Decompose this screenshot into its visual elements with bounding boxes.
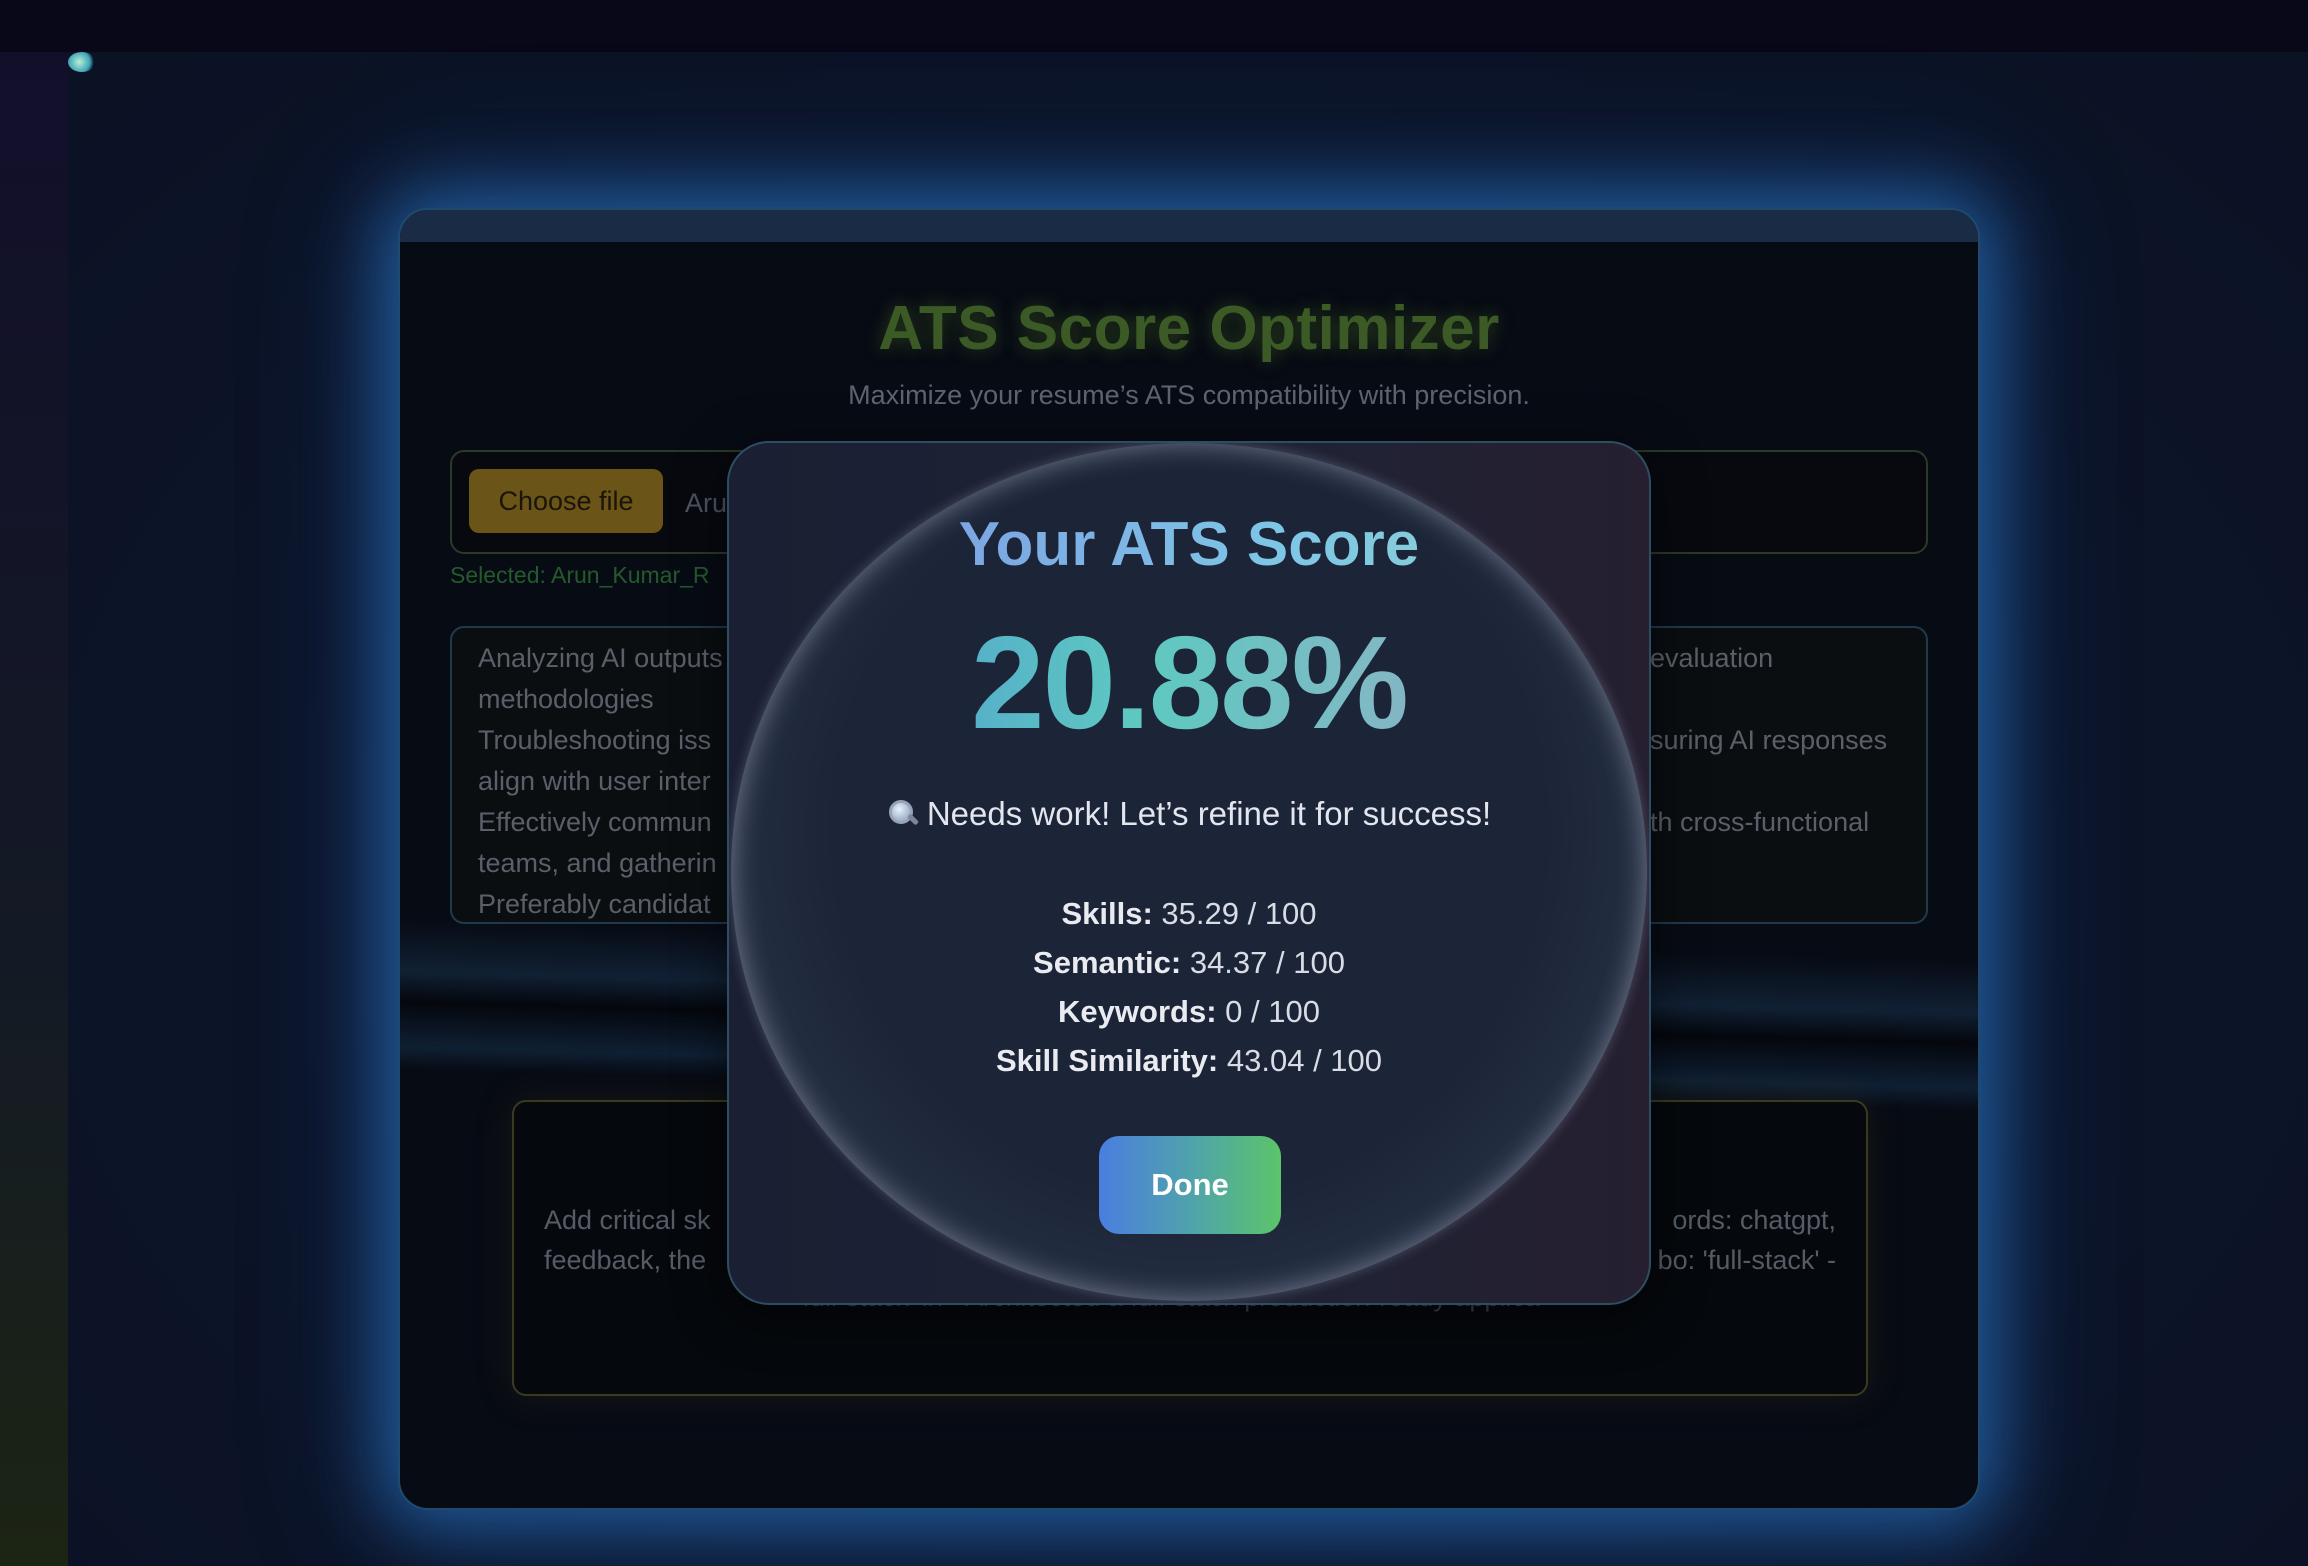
metric-label: Keywords: [1058, 994, 1217, 1029]
metric-value: 35.29 / 100 [1161, 896, 1317, 931]
metric-semantic: Semantic: 34.37 / 100 [729, 938, 1649, 987]
ats-score-value: 20.88% [729, 607, 1649, 758]
app-title: ATS Score Optimizer [878, 294, 1500, 363]
verdict-row: Needs work! Let’s refine it for success! [729, 795, 1649, 833]
metric-label: Semantic: [1033, 945, 1182, 980]
selected-file-text: Selected: Arun_Kumar_R [450, 562, 710, 588]
suggestion-line: Add critical sk [544, 1205, 711, 1235]
suggestions-right-text: ords: chatgpt, bo: 'full-stack' - [1658, 1200, 1836, 1280]
modal-title: Your ATS Score [729, 509, 1649, 580]
suggestion-line: bo: 'full-stack' - [1657, 1245, 1836, 1275]
suggestion-line: feedback, the [544, 1245, 707, 1275]
app-subtitle: Maximize your resume’s ATS compatibility… [848, 380, 1530, 410]
jd-right-text: evaluation suring AI responses th cross-… [1650, 638, 1926, 843]
suggestion-line: ords: chatgpt, [1672, 1205, 1836, 1235]
metric-skill-similarity: Skill Similarity: 43.04 / 100 [729, 1036, 1649, 1085]
done-button[interactable]: Done [1099, 1136, 1281, 1234]
file-name-label: Aru [685, 488, 728, 518]
metric-keywords: Keywords: 0 / 100 [729, 987, 1649, 1036]
score-breakdown: Skills: 35.29 / 100 Semantic: 34.37 / 10… [729, 889, 1649, 1085]
favicon-blot [68, 52, 96, 72]
suggestions-left-text: Add critical sk feedback, the [544, 1200, 711, 1280]
verdict-text: Needs work! Let’s refine it for success! [926, 795, 1492, 832]
metric-label: Skills: [1061, 896, 1153, 931]
jd-line: evaluation [1650, 643, 1774, 673]
jd-line [1650, 679, 1926, 720]
metric-value: 0 / 100 [1225, 994, 1320, 1029]
metric-value: 43.04 / 100 [1226, 1043, 1383, 1078]
metric-skills: Skills: 35.29 / 100 [729, 889, 1649, 938]
card-top-band [400, 210, 1978, 242]
choose-file-button[interactable]: Choose file [469, 469, 663, 533]
jd-line [1650, 761, 1926, 802]
metric-value: 34.37 / 100 [1189, 945, 1345, 980]
left-strip [0, 52, 68, 1566]
jd-line: th cross-functional [1650, 807, 1870, 837]
top-bar [0, 0, 2308, 52]
magnifying-glass-icon [887, 798, 919, 828]
jd-line: suring AI responses [1650, 725, 1888, 755]
ats-score-modal: Your ATS Score 20.88% Needs work! Let’s … [727, 441, 1651, 1305]
metric-label: Skill Similarity: [995, 1043, 1219, 1078]
